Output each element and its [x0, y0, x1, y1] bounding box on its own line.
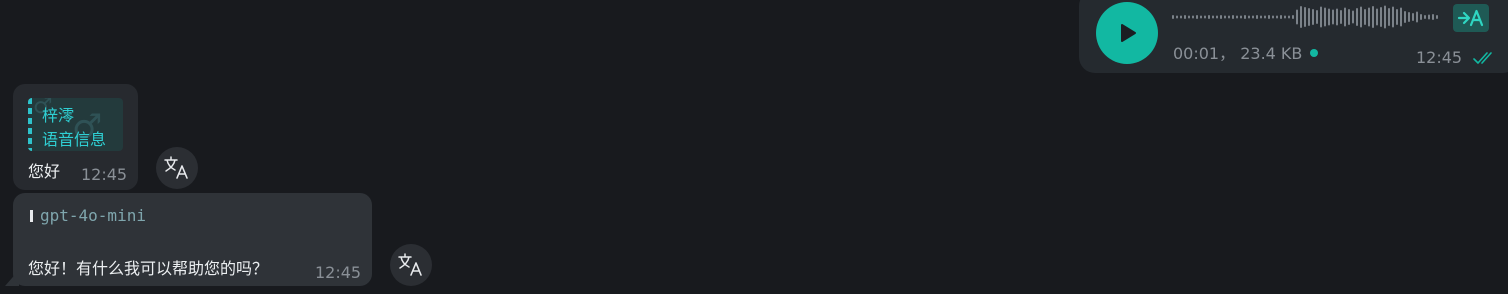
audio-waveform[interactable]: [1172, 4, 1440, 30]
waveform-bar: [1412, 13, 1414, 21]
waveform-bar: [1192, 15, 1194, 19]
incoming-message-bubble: gpt-4o-mini 您好！有什么我可以帮助您的吗？ 12:45: [13, 193, 372, 286]
waveform-bar: [1344, 7, 1346, 27]
waveform-bar: [1332, 9, 1334, 25]
waveform-bar: [1296, 9, 1298, 25]
waveform-bar: [1292, 15, 1294, 19]
waveform-bar: [1368, 7, 1370, 27]
waveform-bar: [1336, 8, 1338, 26]
waveform-bar: [1220, 15, 1222, 19]
waveform-bar: [1196, 15, 1198, 19]
waveform-bar: [1288, 15, 1290, 19]
waveform-bar: [1272, 15, 1274, 19]
waveform-bar: [1236, 15, 1238, 19]
waveform-bar: [1352, 10, 1354, 24]
waveform-bar: [1372, 6, 1374, 28]
waveform-bar: [1264, 15, 1266, 19]
waveform-bar: [1380, 7, 1382, 27]
translate-icon: [164, 156, 188, 179]
waveform-bar: [1172, 15, 1174, 19]
translate-button[interactable]: [390, 244, 432, 286]
waveform-bar: [1176, 15, 1178, 19]
waveform-bar: [1260, 15, 1262, 19]
voice-duration: 00:01: [1173, 44, 1220, 63]
waveform-bar: [1364, 9, 1366, 25]
message-time: 12:45: [315, 263, 362, 282]
waveform-bar: [1324, 7, 1326, 27]
waveform-bar: [1420, 14, 1422, 20]
play-button[interactable]: [1096, 2, 1158, 64]
waveform-bar: [1348, 9, 1350, 25]
waveform-bar: [1228, 15, 1230, 19]
waveform-bar: [1304, 7, 1306, 27]
voice-meta: 00:01， 23.4 KB: [1173, 40, 1319, 64]
waveform-bar: [1200, 15, 1202, 19]
reply-quote[interactable]: ♂ ♂ 梓澪 语音信息: [28, 98, 123, 151]
waveform-bar: [1276, 15, 1278, 19]
waveform-bar: [1224, 15, 1226, 19]
waveform-bar: [1248, 15, 1250, 19]
waveform-bar: [1320, 6, 1322, 28]
waveform-bar: [1424, 15, 1426, 19]
waveform-bar: [1244, 15, 1246, 19]
waveform-bar: [1184, 15, 1186, 19]
waveform-bar: [1212, 15, 1214, 19]
waveform-bar: [1392, 6, 1394, 28]
translate-icon: [398, 253, 422, 276]
transcribe-icon: [1457, 9, 1484, 27]
waveform-bar: [1436, 15, 1438, 19]
waveform-bar: [1252, 15, 1254, 19]
chat-area: 00:01， 23.4 KB 12:45 ♂ ♂ 梓澪 语音信息 您好 12:4…: [0, 0, 1508, 294]
waveform-bar: [1384, 5, 1386, 29]
quote-text: 语音信息: [42, 130, 107, 149]
waveform-bar: [1428, 14, 1430, 20]
waveform-bar: [1388, 8, 1390, 26]
double-check-icon: [1473, 52, 1492, 64]
waveform-bar: [1396, 9, 1398, 25]
sender-bar: [30, 210, 33, 222]
waveform-bar: [1268, 15, 1270, 19]
waveform-bar: [1400, 7, 1402, 27]
waveform-bar: [1232, 15, 1234, 19]
waveform-bar: [1328, 8, 1330, 26]
waveform-bar: [1284, 15, 1286, 19]
message-text: 您好！有什么我可以帮助您的吗？: [28, 259, 269, 278]
translate-button[interactable]: [156, 147, 198, 189]
waveform-bar: [1188, 15, 1190, 19]
play-icon: [1121, 24, 1136, 42]
message-text: 您好: [28, 162, 61, 181]
voice-message-bubble: 00:01， 23.4 KB 12:45: [1079, 0, 1508, 73]
waveform-bar: [1208, 15, 1210, 19]
waveform-bar: [1360, 6, 1362, 28]
message-time: 12:45: [81, 165, 128, 184]
voice-size: 23.4 KB: [1240, 44, 1303, 63]
sender-name[interactable]: gpt-4o-mini: [40, 206, 146, 225]
message-time: 12:45: [1416, 48, 1463, 67]
waveform-bar: [1280, 15, 1282, 19]
waveform-bar: [1432, 14, 1434, 20]
incoming-message-bubble: ♂ ♂ 梓澪 语音信息 您好 12:45: [13, 84, 138, 190]
waveform-bar: [1216, 15, 1218, 19]
waveform-bar: [1312, 9, 1314, 25]
unlistened-dot: [1310, 49, 1319, 57]
transcribe-button[interactable]: [1453, 4, 1489, 32]
waveform-bar: [1256, 15, 1258, 19]
waveform-bar: [1308, 8, 1310, 26]
waveform-bar: [1404, 11, 1406, 23]
waveform-bar: [1340, 10, 1342, 24]
waveform-bar: [1356, 8, 1358, 26]
waveform-bar: [1416, 11, 1418, 23]
waveform-bar: [1316, 10, 1318, 24]
meta-separator: ，: [1219, 44, 1236, 63]
quote-stripe: [28, 98, 32, 151]
waveform-bar: [1300, 6, 1302, 28]
waveform-bar: [1408, 12, 1410, 22]
waveform-bar: [1204, 15, 1206, 19]
waveform-bar: [1180, 15, 1182, 19]
waveform-bar: [1240, 15, 1242, 19]
quote-sender: 梓澪: [42, 106, 75, 125]
waveform-bar: [1376, 8, 1378, 26]
